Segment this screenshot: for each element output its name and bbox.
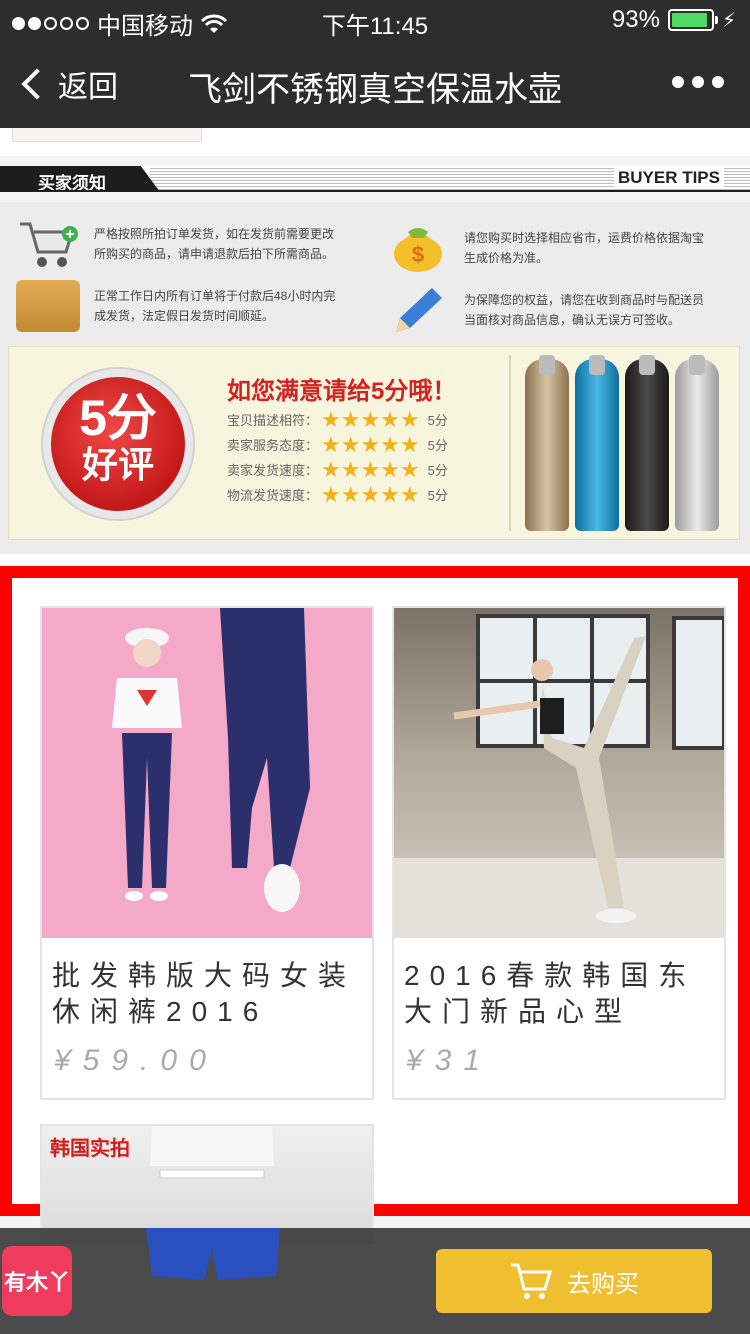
product-tag: 韩国实拍 xyxy=(50,1138,130,1160)
bottle-gold xyxy=(525,355,569,531)
bottle-black xyxy=(625,355,669,531)
product-name[interactable]: 2016春款韩国东大门新品心型 xyxy=(394,938,724,1032)
cut-off-image xyxy=(12,128,202,142)
product-price: ¥31 xyxy=(406,1044,493,1077)
pencil-icon xyxy=(396,288,442,332)
cart-icon xyxy=(511,1263,553,1299)
buyer-tips-label-en: BUYER TIPS xyxy=(613,168,724,188)
tip-item: 正常工作日内所有订单将于付款后48小时内完成发货，法定假日发货时间顺延。 xyxy=(16,280,344,332)
rating-label: 宝贝描述相符： xyxy=(227,413,319,428)
pants-illustration xyxy=(112,608,310,912)
rating-score: 5分 xyxy=(427,413,448,428)
buyer-tips-header: 买家须知 BUYER TIPS xyxy=(0,166,750,192)
rating-label: 卖家服务态度： xyxy=(227,438,319,453)
page: 中国移动 下午11:45 93% ⚡ 返回 飞剑不锈钢真空保温水壶 买家须知 B… xyxy=(0,0,750,1334)
tip-item: 严格按照所拍订单发货，如在发货前需要更改所购买的商品，请申请退款后拍下所需商品。 xyxy=(16,218,344,270)
rating-label: 卖家发货速度： xyxy=(227,463,319,478)
chevron-left-icon xyxy=(21,68,53,100)
product-image-pink-pants[interactable] xyxy=(42,608,372,938)
more-dot-icon xyxy=(672,76,684,88)
battery-icon xyxy=(667,9,718,31)
rating-rows: 宝贝描述相符： ★★★★★ 5分 卖家服务态度： ★★★★★ 5分 卖家发货速度… xyxy=(227,407,448,507)
page-title: 飞剑不锈钢真空保温水壶 xyxy=(188,71,562,109)
product-card[interactable]: 韩国实拍 xyxy=(40,1124,374,1244)
panel-divider xyxy=(509,355,511,531)
box-icon xyxy=(16,280,80,332)
charging-icon: ⚡ xyxy=(721,9,736,32)
shorts-peek-icon xyxy=(146,1228,280,1280)
product-price: ¥59.00 xyxy=(54,1044,218,1077)
more-dot-icon xyxy=(692,76,704,88)
more-dot-icon xyxy=(712,76,724,88)
star-icons: ★★★★★ xyxy=(321,431,420,457)
tip-text: 为保障您的权益，请您在收到商品时与配送员当面核对商品信息，确认无误方可签收。 xyxy=(464,293,705,327)
back-label: 返回 xyxy=(58,71,118,104)
badge-line2: 好评 xyxy=(81,444,154,485)
buy-label: 去购买 xyxy=(567,1270,639,1298)
rating-row: 卖家发货速度： ★★★★★ 5分 xyxy=(227,457,448,482)
rating-title: 如您满意请给5分哦！ xyxy=(227,378,457,405)
rating-score: 5分 xyxy=(427,438,448,453)
nav-bar: 返回 飞剑不锈钢真空保温水壶 xyxy=(0,40,750,128)
bottle-silver xyxy=(675,355,719,531)
buyer-tips-label-cn: 买家须知 xyxy=(0,166,160,192)
rating-row: 宝贝描述相符： ★★★★★ 5分 xyxy=(227,407,448,432)
product-image-blue-shorts[interactable]: 韩国实拍 xyxy=(42,1126,372,1244)
rating-panel: 5分 好评 如您满意请给5分哦！ 宝贝描述相符： ★★★★★ 5分 卖家服务态度… xyxy=(8,346,740,540)
money-bag-icon: $ xyxy=(386,222,450,274)
rating-score: 5分 xyxy=(427,463,448,478)
rating-score: 5分 xyxy=(427,488,448,503)
battery-percent: 93% xyxy=(611,6,660,33)
tip-item: 为保障您的权益，请您在收到商品时与配送员当面核对商品信息，确认无误方可签收。 xyxy=(386,284,714,336)
product-image-dancer[interactable] xyxy=(394,608,724,938)
tip-text: 正常工作日内所有订单将于付款后48小时内完成发货，法定假日发货时间顺延。 xyxy=(94,289,336,323)
star-icons: ★★★★★ xyxy=(321,456,420,482)
badge-line1: 5分 xyxy=(79,390,157,446)
cart-icon xyxy=(20,222,78,267)
section-gap xyxy=(0,554,750,566)
five-star-badge: 5分 好评 xyxy=(43,369,193,519)
tip-item: $ 请您购买时选择相应省市，运费价格依据淘宝生成价格为准。 xyxy=(386,222,714,274)
star-icons: ★★★★★ xyxy=(321,406,420,432)
bottles-image xyxy=(525,355,719,531)
bottom-action-bar: 有木丫 去购买 xyxy=(0,1228,750,1334)
product-card[interactable]: 批发韩版大码女装休闲裤2016 ¥59.00 xyxy=(40,606,374,1100)
bottle-blue xyxy=(575,355,619,531)
back-button[interactable]: 返回 xyxy=(18,60,118,108)
content-top xyxy=(0,128,750,156)
product-name[interactable]: 批发韩版大码女装休闲裤2016 xyxy=(42,938,372,1032)
tip-text: 请您购买时选择相应省市，运费价格依据淘宝生成价格为准。 xyxy=(464,231,705,265)
rating-row: 物流发货速度： ★★★★★ 5分 xyxy=(227,482,448,507)
tip-text: 严格按照所拍订单发货，如在发货前需要更改所购买的商品，请申请退款后拍下所需商品。 xyxy=(94,227,335,261)
rating-label: 物流发货速度： xyxy=(227,488,319,503)
star-icons: ★★★★★ xyxy=(321,481,420,507)
product-card[interactable]: 2016春款韩国东大门新品心型 ¥31 xyxy=(392,606,726,1100)
header-underline xyxy=(0,190,750,192)
rating-row: 卖家服务态度： ★★★★★ 5分 xyxy=(227,432,448,457)
buy-button[interactable]: 去购买 xyxy=(436,1249,712,1313)
status-bar: 中国移动 下午11:45 93% ⚡ xyxy=(0,0,750,40)
shop-logo[interactable]: 有木丫 xyxy=(2,1246,72,1316)
svg-text:$: $ xyxy=(412,242,424,267)
more-button[interactable] xyxy=(672,76,724,88)
status-right: 93% ⚡ xyxy=(612,6,736,34)
recommended-products: 批发韩版大码女装休闲裤2016 ¥59.00 2016春款韩国东大门新品心型 ¥ xyxy=(0,566,750,1244)
dancer-illustration xyxy=(394,614,724,938)
